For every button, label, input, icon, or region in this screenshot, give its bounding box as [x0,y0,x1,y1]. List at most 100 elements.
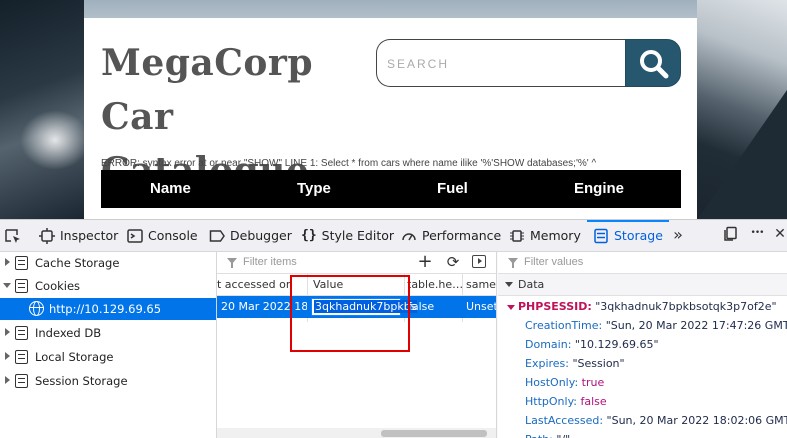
tab-storage[interactable]: Storage [587,220,669,251]
overflow-menu-button[interactable]: ••• [748,228,766,246]
tab-console[interactable]: Console [127,220,198,251]
sidebar-item-cache-storage[interactable]: Cache Storage [0,252,216,274]
sql-error-message: ERROR: syntax error at or near "SHOW" LI… [101,158,597,169]
tab-label: Inspector [60,228,119,243]
globe-icon [29,301,44,316]
tab-label: Style Editor [321,228,395,243]
cookie-name: PHPSESSID [518,300,588,313]
column-header-engine: Engine [574,180,625,197]
scrollbar-thumb[interactable] [381,430,487,437]
column-header-type: Type [297,180,331,197]
detail-row-hostonly[interactable]: HostOnly: true [525,376,604,389]
tab-label: Debugger [230,228,292,243]
detail-key: CreationTime [525,319,599,332]
dock-icon [724,226,737,241]
detail-value: "Sun, 20 Mar 2022 18:02:06 GMT" [606,414,787,427]
dock-toggle-button[interactable] [722,226,740,244]
tab-inspector[interactable]: Inspector [39,220,118,251]
tab-style-editor[interactable]: {} Style Editor [301,220,394,251]
storage-type-icon [15,279,28,293]
memory-icon [510,229,524,242]
storage-type-icon [15,326,28,340]
cookie-value: "3qkhadnuk7bpkbsotqk3p7of2e" [595,300,777,313]
detail-key: HttpOnly [525,395,574,408]
more-options-icon: ••• [750,228,765,238]
section-label: Data [518,278,545,291]
add-item-button[interactable]: + [416,253,434,271]
collapse-arrow-icon[interactable] [507,305,515,310]
table-filter-bar: + ⟳ [217,252,496,274]
expand-arrow-icon[interactable] [5,328,10,336]
tab-label: Performance [422,228,502,243]
inspector-icon [39,227,55,244]
toggle-sidebar-button[interactable] [472,255,486,268]
collapse-arrow-icon[interactable] [3,283,11,288]
detail-row-creation-time[interactable]: CreationTime: "Sun, 20 Mar 2022 17:47:26… [525,319,787,332]
detail-row-last-accessed[interactable]: LastAccessed: "Sun, 20 Mar 2022 18:02:06… [525,414,787,427]
sidebar-item-indexed-db[interactable]: Indexed DB [0,322,216,344]
storage-icon [594,228,608,243]
expand-arrow-icon[interactable] [5,376,10,384]
detail-value: "Sun, 20 Mar 2022 17:47:26 GMT" [605,319,787,332]
sidebar-item-label: Indexed DB [35,326,102,340]
detail-key: Expires [525,357,566,370]
detail-value: false [580,395,607,408]
tab-performance[interactable]: Performance [401,220,501,251]
detail-row-expires[interactable]: Expires: "Session" [525,357,625,370]
chevron-double-right-icon: » [673,225,683,244]
tab-label: Console [148,228,198,243]
detail-key: Path [525,433,549,438]
search-input[interactable] [387,55,617,73]
column-header-httponly[interactable]: table.he… [407,278,463,291]
column-header-samesite[interactable]: sameS [466,278,496,291]
refresh-button[interactable]: ⟳ [444,253,462,271]
cell-samesite[interactable]: Unset [466,300,496,313]
storage-sidebar: Cache Storage Cookies http://10.129.69.6… [0,252,217,438]
expand-arrow-icon[interactable] [5,352,10,360]
sidebar-item-label: Cache Storage [35,256,120,270]
horizontal-scrollbar[interactable] [217,428,496,438]
plus-icon: + [417,252,433,272]
devtools-toolbar: Inspector Console Debugger {} Style Edit… [0,220,787,252]
cookie-entry[interactable]: PHPSESSID: "3qkhadnuk7bpkbsotqk3p7of2e" [507,300,777,313]
more-tabs-button[interactable]: » [669,225,687,244]
search-button[interactable] [625,39,681,87]
column-header-fuel: Fuel [437,180,468,197]
sidebar-item-cookies[interactable]: Cookies [0,275,216,297]
refresh-icon: ⟳ [446,253,460,271]
performance-icon [402,232,416,240]
cell-httponly[interactable]: false [408,300,434,313]
search-icon [640,50,669,79]
storage-type-icon [15,374,28,388]
sidebar-item-local-storage[interactable]: Local Storage [0,346,216,368]
detail-value: "/" [556,433,570,438]
tab-memory[interactable]: Memory [509,220,581,251]
cookie-details-pane: Data PHPSESSID: "3qkhadnuk7bpkbsotqk3p7o… [498,252,787,438]
detail-value: "Session" [572,357,625,370]
sidebar-item-session-storage[interactable]: Session Storage [0,370,216,392]
debugger-icon [209,229,225,242]
data-section-header[interactable]: Data [498,274,787,296]
storage-type-icon [15,256,28,270]
sidebar-item-label: Session Storage [35,374,128,388]
console-icon [127,228,143,243]
expand-arrow-icon[interactable] [5,258,10,266]
element-picker-button[interactable] [4,220,22,251]
sidebar-item-label: Local Storage [35,350,114,364]
detail-row-httponly[interactable]: HttpOnly: false [525,395,607,408]
column-header-name: Name [150,180,191,197]
collapse-arrow-icon [505,282,513,287]
filter-items-input[interactable] [243,256,413,268]
storage-type-icon [15,350,28,364]
sidebar-item-cookie-host[interactable]: http://10.129.69.65 [0,298,216,320]
details-filter-bar [498,252,787,274]
detail-row-path[interactable]: Path: "/" [525,433,570,438]
search-box[interactable] [376,39,628,87]
column-header-last-accessed[interactable]: t accessed on [217,278,293,291]
detail-row-domain[interactable]: Domain: "10.129.69.65" [525,338,659,351]
filter-values-input[interactable] [524,256,724,268]
tab-debugger[interactable]: Debugger [209,220,292,251]
close-devtools-button[interactable]: ✕ [771,226,787,244]
cars-table-header: Name Type Fuel Engine [101,170,681,208]
sidebar-item-label: Cookies [35,279,81,293]
